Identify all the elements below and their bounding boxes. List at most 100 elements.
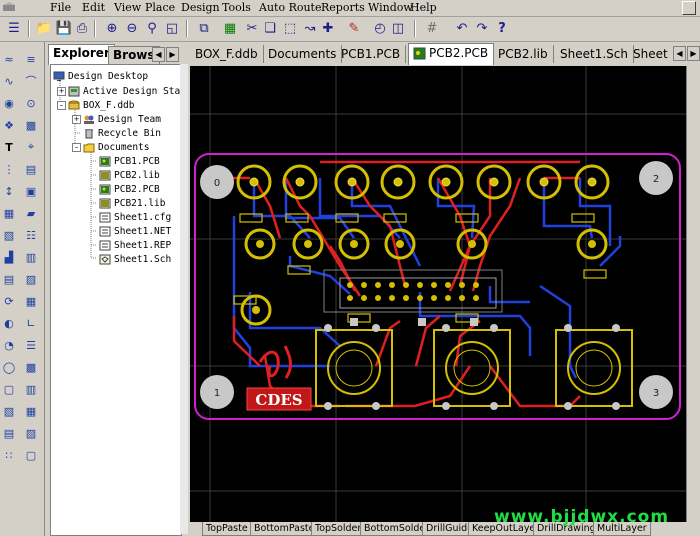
menu-place[interactable]: Place [145,1,175,14]
distribute-icon[interactable]: ▨ [24,272,38,286]
redo-icon[interactable]: ↷ [474,20,490,36]
fit-board-icon[interactable]: ◱ [164,20,180,36]
design-manager-icon[interactable]: ☰ [6,20,22,36]
panel-scrollbar[interactable] [180,64,188,534]
window-restore-button[interactable] [682,1,696,15]
bar-chart-icon[interactable]: ▥ [24,250,38,264]
measure-icon[interactable]: ▢ [24,448,38,462]
pad-icon[interactable]: ◉ [2,96,16,110]
paste-icon[interactable]: ❏ [262,20,278,36]
menu-help[interactable]: Help [410,1,437,14]
snap-icon[interactable]: ▥ [24,382,38,396]
tree-item-sheet1-sch[interactable]: Sheet1.Sch [99,253,171,266]
deselect-icon[interactable]: ↝ [302,20,318,36]
group-icon[interactable]: ▩ [24,360,38,374]
zoom-area-icon[interactable]: ⚲ [144,20,160,36]
menu-reports[interactable]: Reports [321,1,365,14]
menu-edit[interactable]: Edit [82,1,105,14]
split-plane-icon[interactable]: ▧ [2,228,16,242]
collapse-toggle[interactable]: – [57,101,66,110]
layer-stack-icon[interactable]: ▧ [2,404,16,418]
app-menu-icon[interactable] [2,1,16,14]
keepout-icon[interactable]: ▤ [24,162,38,176]
room-icon[interactable]: ▦ [2,206,16,220]
fill-icon[interactable]: ▩ [24,118,38,132]
tab-documents[interactable]: Documents [263,45,343,63]
cross-probe-icon[interactable]: ⧉ [196,20,212,36]
layer-icon[interactable]: ◫ [390,20,406,36]
layer-tab-bottompaste[interactable]: BottomPaste [250,522,319,536]
print-icon[interactable]: ⎙ [74,20,90,36]
tree-item-design-desktop[interactable]: Design Desktop [53,70,148,83]
undo-icon[interactable]: ↶ [454,20,470,36]
collapse-toggle[interactable]: – [72,143,81,152]
polygon-icon[interactable]: ▰ [24,206,38,220]
multi-line-icon[interactable]: ≡ [24,52,38,66]
rotate-icon[interactable]: ⟳ [2,294,16,308]
save-icon[interactable]: 💾 [56,20,72,36]
tab-sheet[interactable]: Sheet [628,45,673,63]
list-icon[interactable]: ☰ [24,338,38,352]
arc-center-icon[interactable]: ◐ [2,316,16,330]
tab-pcb1-pcb[interactable]: PCB1.PCB [336,45,407,63]
menu-window[interactable]: Window [368,1,413,14]
layer-tab-toppaste[interactable]: TopPaste [202,522,252,536]
connection-icon[interactable]: ⋮ [2,162,16,176]
tree-item-recycle-bin[interactable]: Recycle Bin [83,127,161,140]
tree-item-active-design-station[interactable]: Active Design Sta [68,85,180,98]
tree-item-pcb2-lib[interactable]: PCB2.lib [99,169,160,182]
tab-explorer[interactable]: Explorer [48,44,115,65]
doc-tab-scroll-right-button[interactable]: ▶ [687,46,700,61]
region-icon[interactable]: ▨ [24,426,38,440]
doc-tab-scroll-left-button[interactable]: ◀ [673,46,686,61]
move-icon[interactable]: ✚ [320,20,336,36]
menu-design[interactable]: Design [181,1,220,14]
tree-item-sheet1-cfg[interactable]: Sheet1.cfg [99,211,171,224]
grid-icon[interactable]: # [424,20,440,36]
expand-toggle[interactable]: + [72,115,81,124]
circle-tool-icon[interactable]: ◯ [2,360,16,374]
pcb-canvas[interactable]: 0 2 1 3 CDES [190,66,686,522]
tree-item-pcb1-pcb[interactable]: PCB1.PCB [99,155,160,168]
tab-sheet1-sch[interactable]: Sheet1.Sch [555,45,634,63]
rect-fill-icon[interactable]: ▢ [2,382,16,396]
menu-auto-route[interactable]: Auto Route [259,1,322,14]
net-icon[interactable]: ▦ [24,404,38,418]
pcb-drawing[interactable]: 0 2 1 3 CDES [190,66,686,522]
browse-icon[interactable]: ◴ [372,20,388,36]
tab-pcb2-lib[interactable]: PCB2.lib [493,45,554,63]
tab-pcb2-pcb[interactable]: PCB2.PCB [408,43,495,65]
origin-icon[interactable]: ▣ [24,184,38,198]
via-icon[interactable]: ⊙ [24,96,38,110]
wire-icon[interactable]: ≈ [2,52,16,66]
tab-scroll-right-button[interactable]: ▶ [166,47,179,62]
chart-icon[interactable]: ▤ [2,426,16,440]
tree-item-pcb21-lib[interactable]: PCB21.lib [99,197,165,210]
table-icon[interactable]: ▦ [24,294,38,308]
tree-item-sheet1-net[interactable]: Sheet1.NET [99,225,171,238]
cut-icon[interactable]: ✂ [244,20,260,36]
arc-icon[interactable]: ⌒ [24,74,38,88]
tree-item-documents[interactable]: Documents [83,141,149,154]
layer-tab-topsolder[interactable]: TopSolder [311,522,366,536]
tree-item-sheet1-rep[interactable]: Sheet1.REP [99,239,171,252]
help-icon[interactable]: ? [494,20,510,36]
probe-icon[interactable]: ❖ [2,118,16,132]
align-icon[interactable]: ▤ [2,272,16,286]
zoom-in-icon[interactable]: ⊕ [104,20,120,36]
dimension-angle-icon[interactable]: ∟ [24,316,38,330]
component-place-icon[interactable]: ▟ [2,250,16,264]
coordinate-icon[interactable]: ⌖ [24,140,38,154]
canvas-vertical-scrollbar[interactable] [686,66,700,522]
open-folder-icon[interactable]: 📁 [36,20,52,36]
arc-edge-icon[interactable]: ◔ [2,338,16,352]
tree-item-design-team[interactable]: Design Team [83,113,161,126]
expand-toggle[interactable]: + [57,87,66,96]
grid-array-icon[interactable]: ∷ [2,448,16,462]
dimension-icon[interactable]: ↕ [2,184,16,198]
tree-item-box-f-ddb[interactable]: BOX_F.ddb [68,99,134,112]
menu-tools[interactable]: Tools [222,1,251,14]
track-icon[interactable]: ∿ [2,74,16,88]
select-area-icon[interactable]: ⬚ [282,20,298,36]
component-icon[interactable]: ▦ [222,20,238,36]
